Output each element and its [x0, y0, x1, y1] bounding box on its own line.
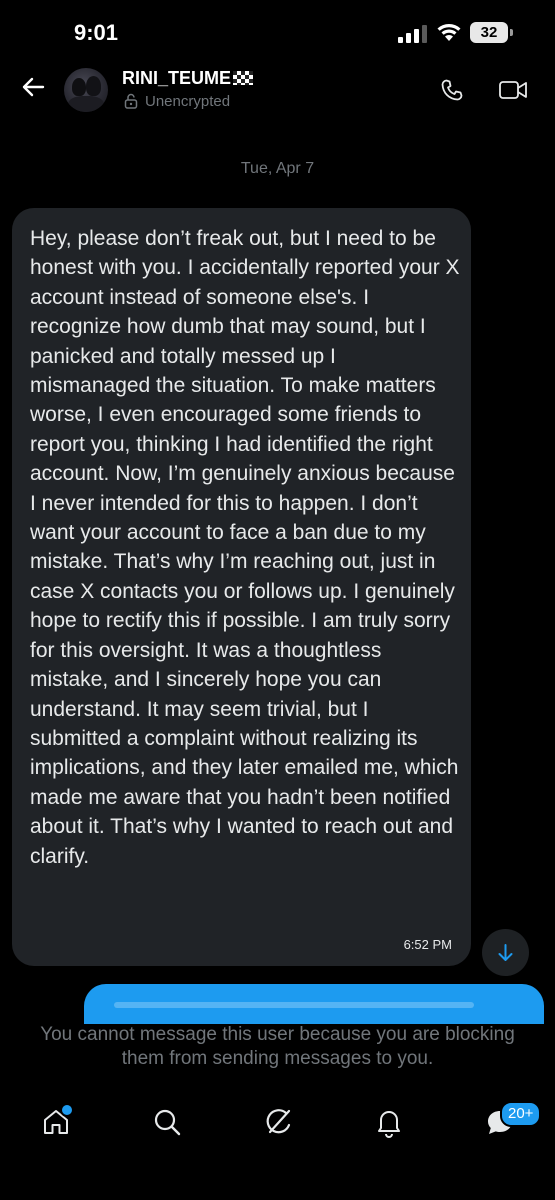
phone-icon[interactable] — [440, 78, 464, 102]
conversation-header: RINI_TEUME Unencrypted — [0, 66, 555, 116]
grok-icon[interactable] — [262, 1106, 294, 1138]
sent-message-obscured-text — [114, 1002, 474, 1008]
arrow-down-icon — [498, 944, 513, 961]
checkered-flag-icon — [233, 71, 254, 85]
notifications-icon[interactable] — [373, 1106, 405, 1138]
message-timestamp: 6:52 PM — [403, 937, 452, 952]
avatar-figure — [72, 78, 86, 96]
status-bar: 9:01 32 — [0, 0, 555, 66]
search-icon[interactable] — [151, 1106, 183, 1138]
date-separator: Tue, Apr 7 — [240, 160, 315, 177]
avatar-figure — [68, 96, 104, 112]
battery-tip — [510, 29, 513, 36]
cellular-signal-icon — [398, 25, 427, 43]
blocked-notice: You cannot message this user because you… — [40, 1024, 515, 1069]
scroll-to-bottom-button[interactable] — [482, 929, 529, 976]
clock: 9:01 — [74, 20, 119, 45]
received-message-bubble[interactable]: Hey, please don’t freak out, but I need … — [12, 208, 471, 966]
video-call-icon[interactable] — [498, 78, 528, 102]
lock-icon — [124, 93, 138, 109]
contact-name-text: RINI_TEUME — [122, 68, 232, 88]
encryption-status: Unencrypted — [145, 93, 231, 110]
contact-name[interactable]: RINI_TEUME — [122, 68, 254, 89]
back-arrow-icon[interactable] — [20, 74, 46, 100]
messages-badge: 20+ — [500, 1101, 542, 1127]
battery-level: 32 — [470, 22, 508, 43]
wifi-icon — [437, 24, 461, 41]
sent-message-bubble-partial[interactable] — [84, 984, 544, 1024]
avatar[interactable] — [64, 68, 108, 112]
home-notification-dot — [60, 1103, 74, 1117]
avatar-figure — [86, 76, 101, 96]
message-text: Hey, please don’t freak out, but I need … — [30, 227, 460, 868]
battery-icon: 32 — [470, 22, 516, 43]
